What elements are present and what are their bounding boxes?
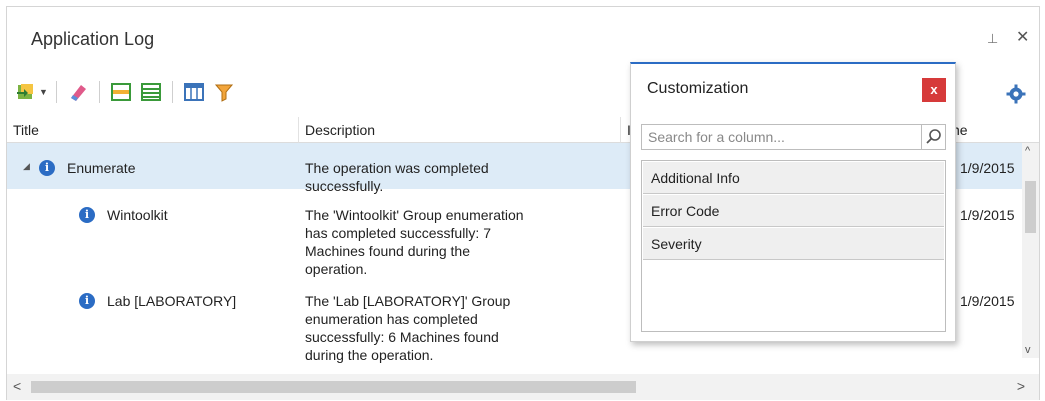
vertical-scroll-thumb[interactable] <box>1025 181 1036 233</box>
horizontal-scroll-thumb[interactable] <box>31 381 636 393</box>
list-item[interactable]: Additional Info <box>643 162 944 194</box>
eraser-icon[interactable] <box>67 81 89 103</box>
pin-icon[interactable]: ⊥ <box>987 31 998 47</box>
customization-popup: Customization x Additional Info Error Co… <box>630 62 956 342</box>
panel-header: Application Log ⊥ ✕ <box>7 7 1039 65</box>
toolbar: ▼ <box>15 79 243 105</box>
customization-close-button[interactable]: x <box>922 78 946 102</box>
customization-title: Customization <box>647 80 749 97</box>
rows-icon[interactable] <box>110 81 132 103</box>
search-input[interactable] <box>642 125 922 149</box>
row-description: The operation was completed successfully… <box>305 160 489 194</box>
chevron-up-icon[interactable]: ^ <box>1025 145 1030 157</box>
row-time: 1/9/2015 <box>960 160 1015 176</box>
gear-icon[interactable] <box>1006 84 1026 104</box>
row-title[interactable]: Enumerate <box>67 159 135 177</box>
list-icon[interactable] <box>140 81 162 103</box>
chevron-down-icon[interactable]: ▼ <box>39 87 48 97</box>
import-icon[interactable] <box>15 81 37 103</box>
row-time: 1/9/2015 <box>960 207 1015 223</box>
list-item[interactable]: Error Code <box>643 195 944 227</box>
toolbar-separator <box>55 81 57 103</box>
row-description: The 'Wintoolkit' Group enumeration has c… <box>305 207 524 277</box>
close-icon[interactable]: ✕ <box>1016 27 1029 47</box>
hidden-columns-list: Additional Info Error Code Severity <box>641 160 946 332</box>
row-description: The 'Lab [LABORATORY]' Group enumeration… <box>305 293 511 363</box>
search-icon[interactable] <box>921 125 945 149</box>
toolbar-separator <box>171 81 173 103</box>
info-icon: i <box>39 160 55 176</box>
chevron-left-icon[interactable]: < <box>13 378 21 394</box>
info-icon: i <box>79 293 95 309</box>
column-search <box>641 124 946 150</box>
info-icon: i <box>79 207 95 223</box>
panel-title: Application Log <box>31 29 155 49</box>
expand-triangle-icon[interactable]: ◢ <box>23 161 30 172</box>
row-time: 1/9/2015 <box>960 293 1015 309</box>
grid-icon[interactable] <box>183 81 205 103</box>
list-item[interactable]: Severity <box>643 228 944 260</box>
vertical-scrollbar[interactable]: ^ v <box>1022 143 1039 358</box>
toolbar-separator <box>98 81 100 103</box>
chevron-right-icon[interactable]: > <box>1017 378 1025 394</box>
horizontal-scrollbar[interactable]: < > <box>7 374 1039 400</box>
row-title[interactable]: Wintoolkit <box>107 206 168 224</box>
row-title[interactable]: Lab [LABORATORY] <box>107 292 236 310</box>
column-header-title[interactable]: Title <box>7 117 299 143</box>
chevron-down-icon[interactable]: v <box>1025 344 1031 356</box>
column-header-description[interactable]: Description <box>299 117 621 143</box>
filter-icon[interactable] <box>213 81 235 103</box>
